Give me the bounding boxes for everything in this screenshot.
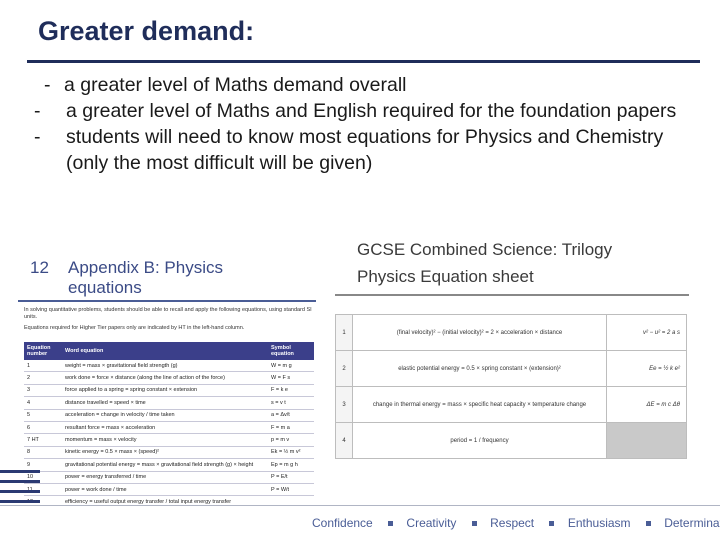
equation-number: 2 <box>24 371 62 385</box>
equation-number: 1 <box>335 314 353 351</box>
equation-sheet-divider <box>335 294 689 296</box>
symbol-equation: a = Δv/t <box>268 409 314 422</box>
symbol-equation: v² − u² = 2 a s <box>606 314 687 351</box>
table-header-row: Equation number Word equation Symbol equ… <box>24 342 314 360</box>
word-equation: distance travelled = speed × time <box>62 396 268 410</box>
symbol-equation: P = E/t <box>268 471 314 484</box>
table-row: 2 elastic potential energy = 0.5 × spring… <box>335 350 687 387</box>
word-equation: power = energy transferred / time <box>62 471 268 484</box>
symbol-equation: ΔE = m c Δθ <box>606 386 687 423</box>
value-label: Enthusiasm <box>567 516 631 530</box>
bullet-dash: - <box>44 74 51 96</box>
symbol-equation: W = F s <box>268 371 314 385</box>
table-row: 3 change in thermal energy = mass × speci… <box>335 386 687 423</box>
value-label: Creativity <box>406 516 457 530</box>
symbol-equation: Ee = ½ k e² <box>606 350 687 387</box>
word-equation: acceleration = change in velocity / time… <box>62 409 268 422</box>
symbol-equation: s = v t <box>268 396 314 410</box>
symbol-equation: P = W/t <box>268 483 314 497</box>
table-row: 10 power = energy transferred / time P = E… <box>24 471 314 484</box>
value-label: Confidence <box>312 516 373 530</box>
table-row: 4 period = 1 / frequency <box>335 422 687 459</box>
square-bullet-icon <box>388 521 394 526</box>
word-equation: work done = force × distance (along the … <box>62 371 268 385</box>
equation-number: 8 <box>24 446 62 460</box>
table-row: 1 (final velocity)² − (initial velocity)²… <box>335 314 687 351</box>
table-row: 9 gravitational potential energy = mass ×… <box>24 458 314 472</box>
symbol-equation: W = m g <box>268 360 314 373</box>
table-header: Word equation <box>62 342 268 360</box>
appendix-number: 12 <box>30 258 49 277</box>
table-row: 4 distance travelled = speed × time s = v … <box>24 396 314 410</box>
word-equation: force applied to a spring = spring const… <box>62 384 268 398</box>
slide-title: Greater demand: <box>38 16 255 46</box>
table-row: 5 acceleration = change in velocity / tim… <box>24 409 314 422</box>
symbol-equation: Ep = m g h <box>268 458 314 472</box>
symbol-equation: F = k e <box>268 384 314 398</box>
square-bullet-icon <box>471 521 477 526</box>
word-equation: kinetic energy = 0.5 × mass × (speed)² <box>62 446 268 460</box>
word-equation: resultant force = mass × acceleration <box>62 421 268 435</box>
word-equation: period = 1 / frequency <box>352 422 607 459</box>
word-equation: momentum = mass × velocity <box>62 433 268 447</box>
appendix-equation-table: Equation number Word equation Symbol equ… <box>24 342 314 522</box>
bullet-item: - a greater level of Maths and English r… <box>32 98 702 124</box>
bullet-text: a greater level of Maths and English req… <box>66 100 677 122</box>
equation-sheet-title-line: Physics Equation sheet <box>357 267 534 286</box>
table-row: 3 force applied to a spring = spring cons… <box>24 384 314 398</box>
equation-sheet-title-line: GCSE Combined Science: Trilogy <box>357 240 613 259</box>
bullet-text: a greater level of Maths demand overall <box>64 74 407 96</box>
table-header: Symbol equation <box>268 342 314 360</box>
table-row: 6 resultant force = mass × acceleration F … <box>24 421 314 435</box>
equation-number: 4 <box>335 422 353 459</box>
word-equation: change in thermal energy = mass × specif… <box>352 386 607 423</box>
table-row: 2 work done = force × distance (along the… <box>24 371 314 385</box>
footer-bar: Confidence Creativity Respect Enthusiasm… <box>0 505 720 540</box>
table-row: 11power = work done / timeP = W/t <box>24 483 314 497</box>
bullet-item: - a greater level of Maths demand overal… <box>32 72 702 98</box>
symbol-equation: F = m a <box>268 421 314 435</box>
equation-number: 5 <box>24 409 62 422</box>
equation-sheet-table: 1 (final velocity)² − (initial velocity)²… <box>335 314 687 459</box>
table-row: 7 HT momentum = mass × velocity p = m v <box>24 433 314 447</box>
word-equation: power = work done / time <box>62 483 268 497</box>
bullet-item: - students will need to know most equati… <box>32 124 702 176</box>
bullet-text: students will need to know most equation… <box>66 126 664 174</box>
equation-number: 7 HT <box>24 433 62 447</box>
square-bullet-icon <box>645 521 651 526</box>
word-equation: (final velocity)² − (initial velocity)² … <box>352 314 607 351</box>
table-row: 8 kinetic energy = 0.5 × mass × (speed)² E… <box>24 446 314 460</box>
symbol-equation: Ek = ½ m v² <box>268 446 314 460</box>
word-equation: gravitational potential energy = mass × … <box>62 458 268 472</box>
bullet-dash: - <box>34 100 41 122</box>
equation-number: 1 <box>24 360 62 373</box>
table-header: Equation number <box>24 342 62 360</box>
equation-number: 4 <box>24 396 62 410</box>
appendix-b-document: 12 Appendix B: Physics equations In solv… <box>18 252 316 540</box>
equation-number: 6 <box>24 421 62 435</box>
value-label: Respect <box>490 516 535 530</box>
equation-number: 3 <box>24 384 62 398</box>
bullet-dash: - <box>34 126 41 148</box>
footer-divider <box>0 505 720 506</box>
equation-number: 3 <box>335 386 353 423</box>
symbol-equation: p = m v <box>268 433 314 447</box>
appendix-intro: In solving quantitative problems, studen… <box>24 307 314 332</box>
table-row: 1 weight = mass × gravitational field str… <box>24 360 314 373</box>
appendix-divider <box>18 300 316 302</box>
equation-sheet-title: GCSE Combined Science: Trilogy Physics E… <box>357 236 612 290</box>
word-equation: elastic potential energy = 0.5 × spring … <box>352 350 607 387</box>
bullet-list: - a greater level of Maths demand overal… <box>32 72 702 176</box>
value-label: Determination <box>664 516 720 530</box>
title-underline <box>27 60 700 63</box>
appendix-intro-line: In solving quantitative problems, studen… <box>24 307 312 320</box>
appendix-intro-line: Equations required for Higher Tier paper… <box>24 325 245 331</box>
symbol-equation <box>606 422 687 459</box>
school-values: Confidence Creativity Respect Enthusiasm… <box>312 516 720 530</box>
word-equation: weight = mass × gravitational field stre… <box>62 360 268 373</box>
square-bullet-icon <box>549 521 555 526</box>
equation-sheet: GCSE Combined Science: Trilogy Physics E… <box>335 232 705 459</box>
appendix-title: Appendix B: Physics equations <box>68 258 223 297</box>
equation-number: 2 <box>335 350 353 387</box>
